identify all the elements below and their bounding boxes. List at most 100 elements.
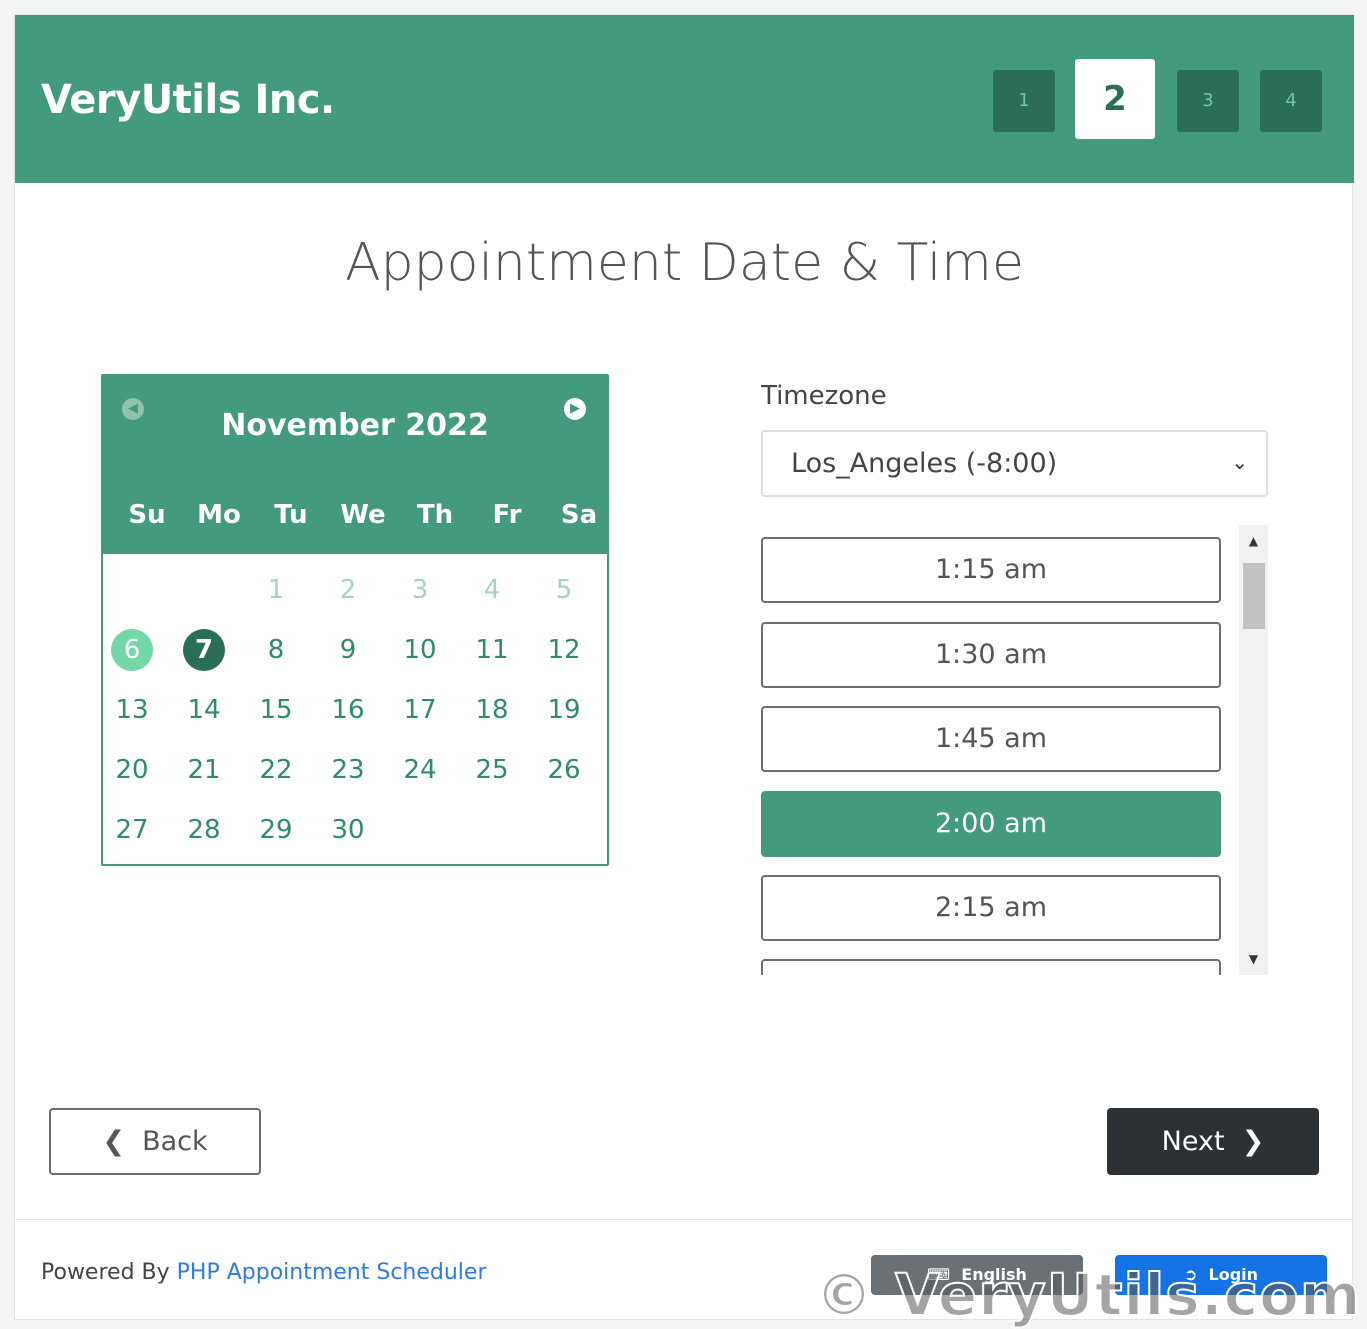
- calendar-day-number: 25: [475, 755, 509, 785]
- calendar-day: 3: [384, 568, 456, 612]
- calendar-day-number: 10: [403, 635, 437, 665]
- calendar-day[interactable]: 22: [240, 748, 312, 792]
- time-slot-selected[interactable]: 2:00 am: [761, 790, 1221, 857]
- calendar-day-number: 3: [411, 575, 429, 605]
- calendar-header: ◀ November 2022 ▶ Su Mo Tu We Th Fr Sa: [103, 376, 607, 554]
- calendar-day-number: 7: [183, 629, 225, 671]
- weekday-header: We: [340, 500, 386, 530]
- chevron-right-icon: ❯: [1241, 1126, 1265, 1157]
- calendar-day[interactable]: 29: [240, 808, 312, 852]
- calendar-day: 2: [312, 568, 384, 612]
- calendar-day[interactable]: 23: [312, 748, 384, 792]
- calendar-day[interactable]: 10: [384, 628, 456, 672]
- time-slot[interactable]: 2:15 am: [761, 875, 1221, 941]
- calendar-day-number: 6: [111, 629, 153, 671]
- calendar-day[interactable]: 6: [96, 628, 168, 672]
- calendar-day-number: 9: [339, 635, 357, 665]
- calendar-day[interactable]: 27: [96, 808, 168, 852]
- calendar-day-number: 1: [267, 575, 285, 605]
- back-button[interactable]: ❮ Back: [49, 1108, 261, 1175]
- calendar-day-number: 5: [555, 575, 573, 605]
- timezone-selected-value: Los_Angeles (-8:00): [791, 448, 1058, 479]
- calendar-day-number: 15: [259, 695, 293, 725]
- step-1-button[interactable]: 1: [993, 70, 1055, 132]
- calendar-day-number: 22: [259, 755, 293, 785]
- calendar-day-number: 19: [547, 695, 581, 725]
- time-slot[interactable]: 1:30 am: [761, 621, 1221, 688]
- calendar-day[interactable]: 24: [384, 748, 456, 792]
- calendar-day: 1: [240, 568, 312, 612]
- calendar-day-number: 30: [331, 815, 365, 845]
- calendar-day[interactable]: 16: [312, 688, 384, 732]
- weekday-header: Th: [416, 500, 454, 530]
- powered-by-label: Powered By: [41, 1260, 170, 1285]
- time-slot[interactable]: 1:15 am: [761, 537, 1221, 603]
- booking-card: VeryUtils Inc. 1 2 3 4 Appointment Date …: [14, 14, 1361, 1329]
- calendar-day-number: 12: [547, 635, 581, 665]
- header-bar: VeryUtils Inc. 1 2 3 4: [15, 15, 1354, 183]
- calendar-day[interactable]: 8: [240, 628, 312, 672]
- chevron-left-icon: ❮: [102, 1126, 125, 1157]
- calendar-day[interactable]: 25: [456, 748, 528, 792]
- calendar-day-number: 4: [483, 575, 501, 605]
- calendar-day[interactable]: 12: [528, 628, 600, 672]
- calendar-day-number: 17: [403, 695, 437, 725]
- scroll-down-icon[interactable]: ▼: [1239, 945, 1268, 973]
- chevron-down-icon: ⌄: [1231, 450, 1248, 474]
- calendar-month-label: November 2022: [221, 408, 489, 443]
- time-slot-list[interactable]: 1:15 am 1:30 am 1:45 am 2:00 am 2:15 am ▲ ▼: [761, 525, 1269, 975]
- calendar-day[interactable]: 19: [528, 688, 600, 732]
- step-4-button[interactable]: 4: [1260, 70, 1322, 132]
- step-3-button[interactable]: 3: [1177, 70, 1239, 132]
- calendar-day-number: 20: [115, 755, 149, 785]
- calendar-day[interactable]: 17: [384, 688, 456, 732]
- watermark-text: © VeryUtils.com: [814, 1260, 1362, 1329]
- calendar-day: 5: [528, 568, 600, 612]
- calendar-day-number: 28: [187, 815, 221, 845]
- next-button[interactable]: Next ❯: [1107, 1108, 1319, 1175]
- calendar-day-number: 21: [187, 755, 221, 785]
- calendar-day-number: 26: [547, 755, 581, 785]
- calendar-day-number: 13: [115, 695, 149, 725]
- calendar-day-number: 8: [267, 635, 285, 665]
- calendar-day[interactable]: 26: [528, 748, 600, 792]
- calendar-day-number: 27: [115, 815, 149, 845]
- calendar-day-number: 24: [403, 755, 437, 785]
- calendar-day-number: 11: [475, 635, 509, 665]
- scroll-up-icon[interactable]: ▲: [1239, 527, 1268, 555]
- back-label: Back: [142, 1126, 208, 1157]
- calendar-day[interactable]: 20: [96, 748, 168, 792]
- page-title: Appointment Date & Time: [345, 233, 1024, 293]
- calendar-day[interactable]: 11: [456, 628, 528, 672]
- brand-title: VeryUtils Inc.: [41, 77, 335, 123]
- calendar-day[interactable]: 30: [312, 808, 384, 852]
- chevron-right-icon[interactable]: ▶: [564, 398, 586, 420]
- timezone-select[interactable]: Los_Angeles (-8:00) ⌄: [761, 430, 1268, 497]
- calendar-day: 4: [456, 568, 528, 612]
- weekday-header: Fr: [492, 500, 522, 530]
- weekday-header: Mo: [197, 500, 241, 530]
- scroll-thumb[interactable]: [1243, 563, 1265, 629]
- calendar-day-selected[interactable]: 7: [168, 628, 240, 672]
- calendar-day[interactable]: 18: [456, 688, 528, 732]
- step-2-button[interactable]: 2: [1075, 59, 1155, 139]
- calendar-day[interactable]: 13: [96, 688, 168, 732]
- calendar-day[interactable]: 21: [168, 748, 240, 792]
- calendar-day-number: 18: [475, 695, 509, 725]
- timezone-label: Timezone: [761, 381, 887, 411]
- time-slot-partial[interactable]: [761, 959, 1221, 975]
- powered-by-link[interactable]: PHP Appointment Scheduler: [177, 1260, 487, 1285]
- time-slot-scrollbar[interactable]: ▲ ▼: [1239, 525, 1268, 975]
- weekday-header: Tu: [274, 500, 308, 530]
- footer-divider: [15, 1219, 1354, 1220]
- calendar-day-number: 16: [331, 695, 365, 725]
- next-label: Next: [1161, 1126, 1225, 1157]
- calendar-day[interactable]: 9: [312, 628, 384, 672]
- powered-by-text: Powered By PHP Appointment Scheduler: [41, 1260, 487, 1285]
- calendar-day[interactable]: 15: [240, 688, 312, 732]
- date-picker-calendar: ◀ November 2022 ▶ Su Mo Tu We Th Fr Sa 1234567…: [101, 374, 609, 866]
- calendar-day[interactable]: 14: [168, 688, 240, 732]
- weekday-header: Su: [128, 500, 166, 530]
- calendar-day[interactable]: 28: [168, 808, 240, 852]
- time-slot[interactable]: 1:45 am: [761, 706, 1221, 772]
